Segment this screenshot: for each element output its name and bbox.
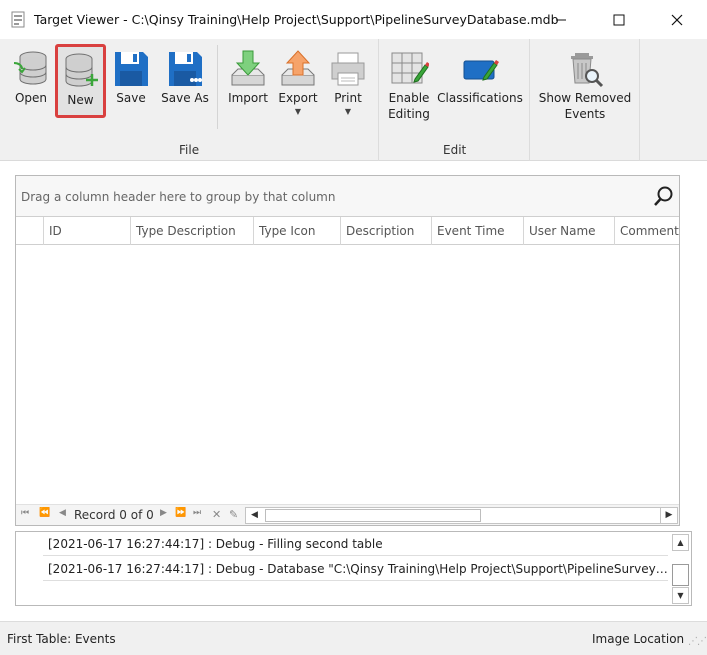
save-label: Save	[116, 91, 146, 105]
import-button[interactable]: Import	[224, 43, 272, 123]
grid-body[interactable]	[16, 245, 679, 504]
last-record-icon[interactable]: ⏭	[193, 508, 201, 518]
status-image-location[interactable]: Image Location	[592, 632, 684, 646]
maximize-icon	[613, 14, 625, 25]
export-dropdown[interactable]: Export ▼	[274, 43, 322, 123]
save-icon	[115, 52, 148, 86]
column-header-id[interactable]: ID	[44, 217, 131, 245]
column-header-event-time[interactable]: Event Time	[432, 217, 524, 245]
export-label: Export	[278, 91, 318, 105]
log-line: [2021-06-17 16:27:44:17] : Debug - Filli…	[43, 532, 668, 556]
group-hint: Drag a column header here to group by th…	[21, 190, 336, 204]
log-line: [2021-06-17 16:27:44:17] : Debug - Datab…	[43, 557, 668, 581]
next-page-icon[interactable]: ⏩	[175, 508, 186, 518]
chevron-down-icon: ▼	[294, 107, 302, 116]
record-counter: Record 0 of 0	[74, 508, 154, 522]
column-header-user-name[interactable]: User Name	[524, 217, 615, 245]
horizontal-scrollbar[interactable]: ◀ ▶	[245, 507, 678, 524]
column-header-description[interactable]: Description	[341, 217, 432, 245]
save-as-button[interactable]: Save As	[158, 43, 212, 123]
open-button[interactable]: Open	[8, 43, 54, 123]
show-removed-label-line1: Show Removed	[538, 91, 632, 105]
classifications-button[interactable]: Classifications	[436, 43, 524, 123]
print-dropdown[interactable]: Print ▼	[326, 43, 370, 123]
enable-editing-label-line2: Editing	[388, 107, 430, 121]
edit-record-icon[interactable]: ✎	[229, 508, 238, 521]
status-bar: First Table: Events Image Location ⋰⋰	[0, 621, 707, 655]
column-header-type-description[interactable]: Type Description	[131, 217, 254, 245]
log-panel: [2021-06-17 16:27:44:17] : Debug - Filli…	[15, 531, 692, 606]
column-headers: ID Type Description Type Icon Descriptio…	[16, 217, 679, 245]
next-record-icon[interactable]: ▶	[160, 508, 167, 518]
classifications-label: Classifications	[437, 91, 523, 105]
ribbon-separator	[217, 45, 218, 129]
print-label: Print	[334, 91, 362, 105]
open-label: Open	[14, 91, 48, 105]
edit-grid-icon	[391, 52, 429, 84]
printer-icon	[331, 52, 365, 86]
status-first-table: First Table: Events	[7, 632, 116, 646]
maximize-button[interactable]	[590, 0, 648, 39]
save-as-label: Save As	[161, 91, 209, 105]
group-label-edit: Edit	[443, 143, 467, 157]
enable-editing-button[interactable]: Enable Editing	[384, 43, 434, 123]
scroll-thumb[interactable]	[265, 509, 481, 522]
close-button[interactable]	[648, 0, 706, 39]
show-removed-events-button[interactable]: Show Removed Events	[536, 43, 634, 123]
column-header-type-icon[interactable]: Type Icon	[254, 217, 341, 245]
scroll-down-icon[interactable]: ▼	[672, 587, 689, 604]
ribbon: Open New Save Save As Import Export ▼ Pr…	[0, 39, 707, 161]
events-grid: Drag a column header here to group by th…	[15, 175, 680, 526]
minimize-button[interactable]	[532, 0, 590, 39]
app-icon	[11, 11, 25, 28]
close-icon	[671, 14, 683, 25]
database-open-icon	[13, 51, 47, 85]
scroll-thumb[interactable]	[672, 564, 689, 586]
column-header-comment[interactable]: Comment	[615, 217, 679, 245]
vertical-scrollbar[interactable]: ▲ ▼	[670, 532, 691, 605]
record-navigator: ⏮ ⏪ ◀ Record 0 of 0 ▶ ⏩ ⏭ ✕ ✎ ◀ ▶	[16, 504, 679, 525]
scroll-right-icon[interactable]: ▶	[660, 508, 677, 523]
search-icon[interactable]	[653, 185, 675, 207]
group-separator	[378, 39, 379, 161]
show-removed-label-line2: Events	[564, 107, 606, 121]
group-separator	[529, 39, 530, 161]
enable-editing-label-line1: Enable	[388, 91, 430, 105]
resize-grip-icon[interactable]: ⋰⋰	[688, 636, 707, 647]
new-label: New	[67, 93, 94, 107]
group-label-file: File	[179, 143, 200, 157]
group-panel[interactable]: Drag a column header here to group by th…	[16, 176, 679, 217]
save-button[interactable]: Save	[108, 43, 154, 123]
scroll-left-icon[interactable]: ◀	[246, 508, 263, 523]
previous-page-icon[interactable]: ⏪	[39, 508, 50, 518]
save-as-icon	[169, 52, 202, 86]
trash-search-icon	[571, 53, 604, 88]
database-new-icon	[65, 53, 98, 87]
new-button[interactable]: New	[55, 44, 106, 118]
delete-record-icon[interactable]: ✕	[212, 508, 221, 521]
first-record-icon[interactable]: ⏮	[21, 508, 29, 518]
import-label: Import	[228, 91, 268, 105]
window-title: Target Viewer - C:\Qinsy Training\Help P…	[34, 12, 559, 27]
import-icon	[231, 50, 265, 86]
export-icon	[281, 50, 315, 86]
previous-record-icon[interactable]: ◀	[59, 508, 66, 518]
title-bar: Target Viewer - C:\Qinsy Training\Help P…	[0, 0, 707, 39]
chevron-down-icon: ▼	[344, 107, 352, 116]
classification-tag-icon	[463, 60, 499, 81]
group-separator	[639, 39, 640, 161]
scroll-up-icon[interactable]: ▲	[672, 534, 689, 551]
minimize-icon	[556, 19, 566, 20]
row-indicator-header	[16, 217, 44, 245]
